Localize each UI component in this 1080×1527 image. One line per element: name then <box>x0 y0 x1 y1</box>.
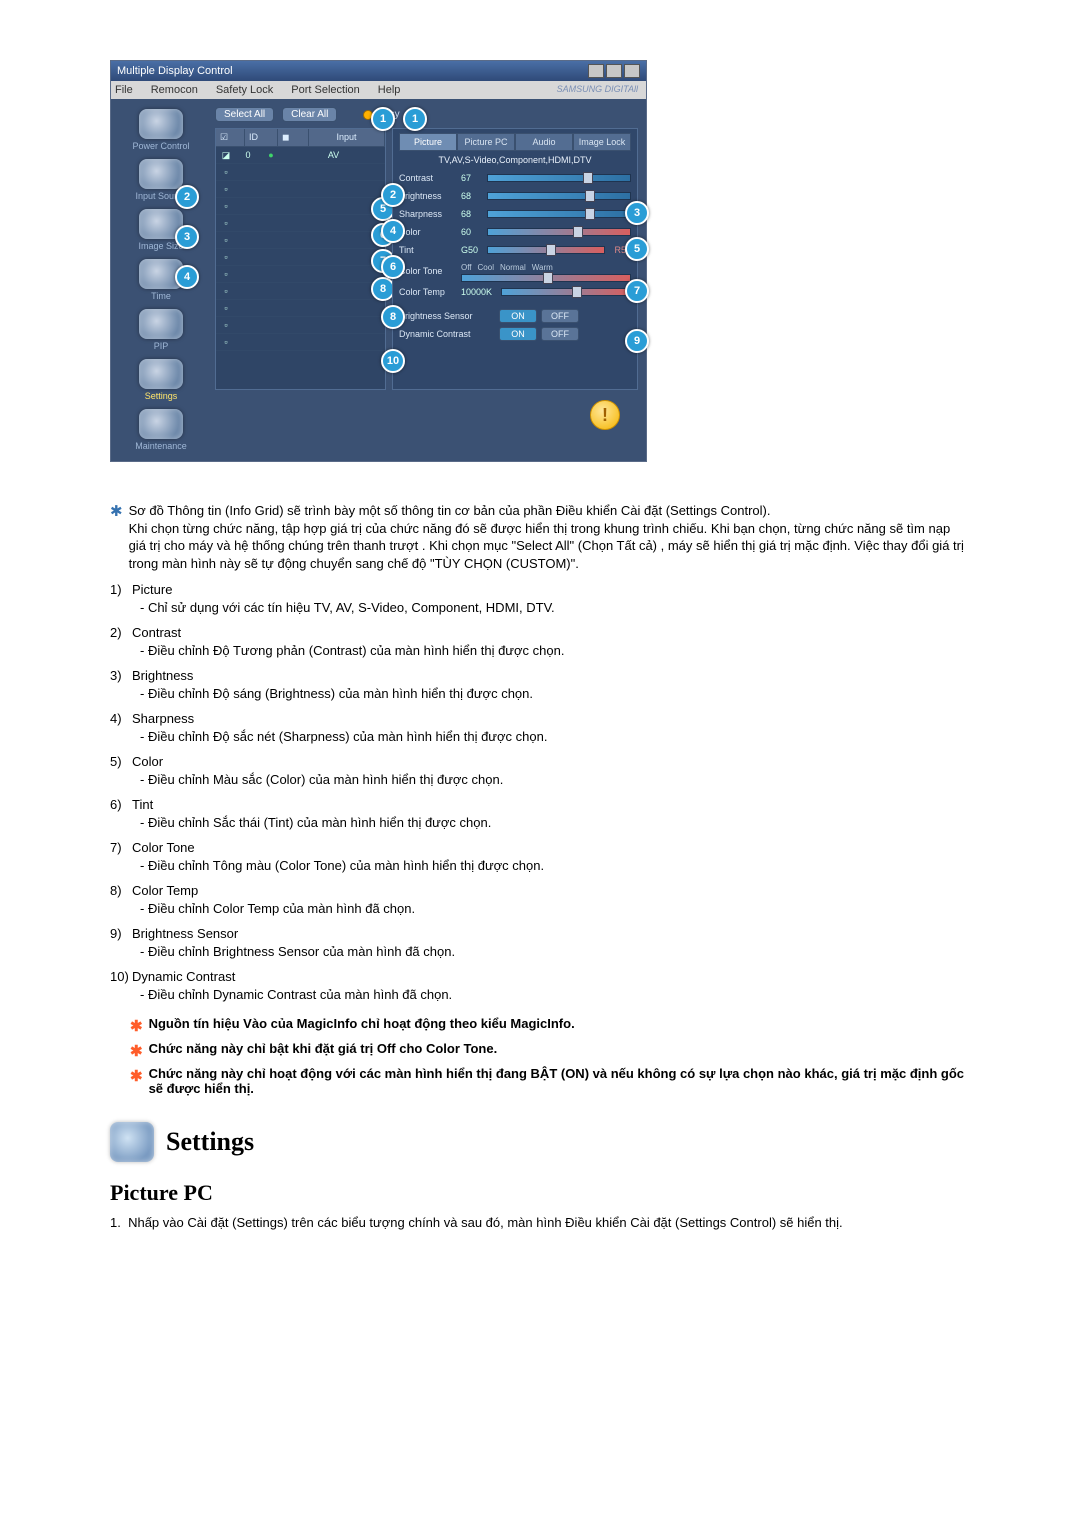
select-all-button[interactable]: Select All <box>215 107 274 122</box>
grid-header-input: Input <box>309 129 385 146</box>
callout-panel-8: 8 <box>381 305 405 329</box>
table-row[interactable]: ▫ <box>216 198 385 215</box>
pip-icon <box>139 309 183 339</box>
settings-panel: 1 Picture Picture PC Audio Image Lock TV… <box>392 128 638 390</box>
row-color[interactable]: Color60 <box>399 223 631 241</box>
table-row[interactable]: ▫ <box>216 215 385 232</box>
brightness-slider[interactable] <box>487 192 631 200</box>
settings-icon <box>139 359 183 389</box>
sidebar-item-pip[interactable]: PIP <box>115 309 207 351</box>
grid-header-check: ☑ <box>216 129 245 146</box>
title-bar: Multiple Display Control <box>111 61 646 81</box>
app-window: Multiple Display Control File Remocon Sa… <box>110 60 647 462</box>
red-note-1: ✱Nguồn tín hiệu Vào của MagicInfo chỉ ho… <box>130 1016 970 1035</box>
dcontrast-on-button[interactable]: ON <box>499 327 537 341</box>
power-icon <box>139 109 183 139</box>
table-row[interactable]: ▫ <box>216 249 385 266</box>
callout-panel-9: 9 <box>625 329 649 353</box>
menu-bar: File Remocon Safety Lock Port Selection … <box>111 81 646 99</box>
settings-section-icon <box>110 1122 154 1162</box>
table-row[interactable]: ▫ <box>216 181 385 198</box>
main-area: Select All Clear All Busy ☑ ID ◼ Input ◪ <box>211 99 646 461</box>
window-buttons[interactable] <box>588 64 640 78</box>
bsensor-off-button[interactable]: OFF <box>541 309 579 323</box>
app-title: Multiple Display Control <box>117 65 233 77</box>
info-grid[interactable]: ☑ ID ◼ Input ◪ 0 ● AV ▫ ▫ ▫ ▫ <box>215 128 386 390</box>
menu-safety-lock[interactable]: Safety Lock <box>216 84 273 96</box>
star-icon: ✱ <box>130 1067 143 1096</box>
app-footer: ! <box>215 390 638 440</box>
table-row[interactable]: ▫ <box>216 283 385 300</box>
star-icon: ✱ <box>130 1017 143 1035</box>
row-color-tone[interactable]: Color Tone Off Cool Normal Warm <box>399 259 631 283</box>
panel-subtitle: TV,AV,S-Video,Component,HDMI,DTV <box>399 155 631 165</box>
tint-slider[interactable] <box>487 246 605 254</box>
callout-panel-10: 10 <box>381 349 405 373</box>
callout-panel-2: 2 <box>381 183 405 207</box>
sidebar: Power Control Input Source Image Size Ti… <box>111 99 211 461</box>
row-dynamic-contrast: Dynamic Contrast ON OFF <box>399 325 631 343</box>
callout-panel-1: 1 <box>403 107 427 131</box>
row-color-temp[interactable]: Color Temp10000K <box>399 283 631 301</box>
tab-picture[interactable]: Picture <box>399 133 457 151</box>
contrast-slider[interactable] <box>487 174 631 182</box>
callout-sidebar-3: 3 <box>175 225 199 249</box>
color-tone-slider[interactable] <box>461 274 631 282</box>
clear-all-button[interactable]: Clear All <box>282 107 337 122</box>
row-brightness-sensor: Brightness Sensor ON OFF <box>399 307 631 325</box>
sharpness-slider[interactable] <box>487 210 631 218</box>
color-temp-slider[interactable] <box>501 288 631 296</box>
grid-header-status: ◼ <box>278 129 309 146</box>
star-icon: ✱ <box>130 1042 143 1060</box>
table-row[interactable]: ▫ <box>216 317 385 334</box>
callout-panel-4: 4 <box>381 219 405 243</box>
section-heading: Settings <box>110 1122 970 1162</box>
intro-note: ✱ Sơ đồ Thông tin (Info Grid) sẽ trình b… <box>110 502 970 572</box>
panel-tabs: Picture Picture PC Audio Image Lock <box>399 133 631 151</box>
callout-panel-3: 3 <box>625 201 649 225</box>
table-row[interactable]: ▫ <box>216 300 385 317</box>
table-row[interactable]: ▫ <box>216 164 385 181</box>
sidebar-item-power-control[interactable]: Power Control <box>115 109 207 151</box>
red-note-3: ✱Chức năng này chỉ hoạt động với các màn… <box>130 1066 970 1096</box>
menu-file[interactable]: File <box>115 84 133 96</box>
row-brightness[interactable]: Brightness68 <box>399 187 631 205</box>
table-row[interactable]: ▫ <box>216 334 385 351</box>
bsensor-on-button[interactable]: ON <box>499 309 537 323</box>
description-list: 1)Picture- Chỉ sử dụng với các tín hiệu … <box>110 582 970 1002</box>
callout-panel-5: 5 <box>625 237 649 261</box>
step-1: 1. Nhấp vào Cài đặt (Settings) trên các … <box>110 1214 970 1232</box>
dcontrast-off-button[interactable]: OFF <box>541 327 579 341</box>
section-title: Settings <box>166 1127 254 1157</box>
callout-panel-6: 6 <box>381 255 405 279</box>
menu-help[interactable]: Help <box>378 84 401 96</box>
callout-sidebar-4: 4 <box>175 265 199 289</box>
red-note-2: ✱Chức năng này chỉ bật khi đặt giá trị O… <box>130 1041 970 1060</box>
tab-picture-pc[interactable]: Picture PC <box>457 133 515 151</box>
warning-icon: ! <box>590 400 620 430</box>
row-contrast[interactable]: Contrast67 <box>399 169 631 187</box>
tab-audio[interactable]: Audio <box>515 133 573 151</box>
callout-panel-7: 7 <box>625 279 649 303</box>
table-row[interactable]: ◪ 0 ● AV <box>216 147 385 164</box>
sidebar-item-settings[interactable]: Settings <box>115 359 207 401</box>
color-slider[interactable] <box>487 228 631 236</box>
tab-image-lock[interactable]: Image Lock <box>573 133 631 151</box>
table-row[interactable]: ▫ <box>216 232 385 249</box>
table-row[interactable]: ▫ <box>216 266 385 283</box>
brand-text: SAMSUNG DIGITAll <box>557 84 638 94</box>
sidebar-item-maintenance[interactable]: Maintenance <box>115 409 207 451</box>
row-sharpness[interactable]: Sharpness68 <box>399 205 631 223</box>
menu-remocon[interactable]: Remocon <box>151 84 198 96</box>
callout-sidebar-2: 2 <box>175 185 199 209</box>
star-icon: ✱ <box>110 502 123 572</box>
subsection-title: Picture PC <box>110 1180 970 1206</box>
menu-port-selection[interactable]: Port Selection <box>291 84 359 96</box>
grid-header: ☑ ID ◼ Input <box>216 129 385 147</box>
maintenance-icon <box>139 409 183 439</box>
row-tint[interactable]: TintG50R50 <box>399 241 631 259</box>
input-icon <box>139 159 183 189</box>
grid-header-id: ID <box>245 129 278 146</box>
